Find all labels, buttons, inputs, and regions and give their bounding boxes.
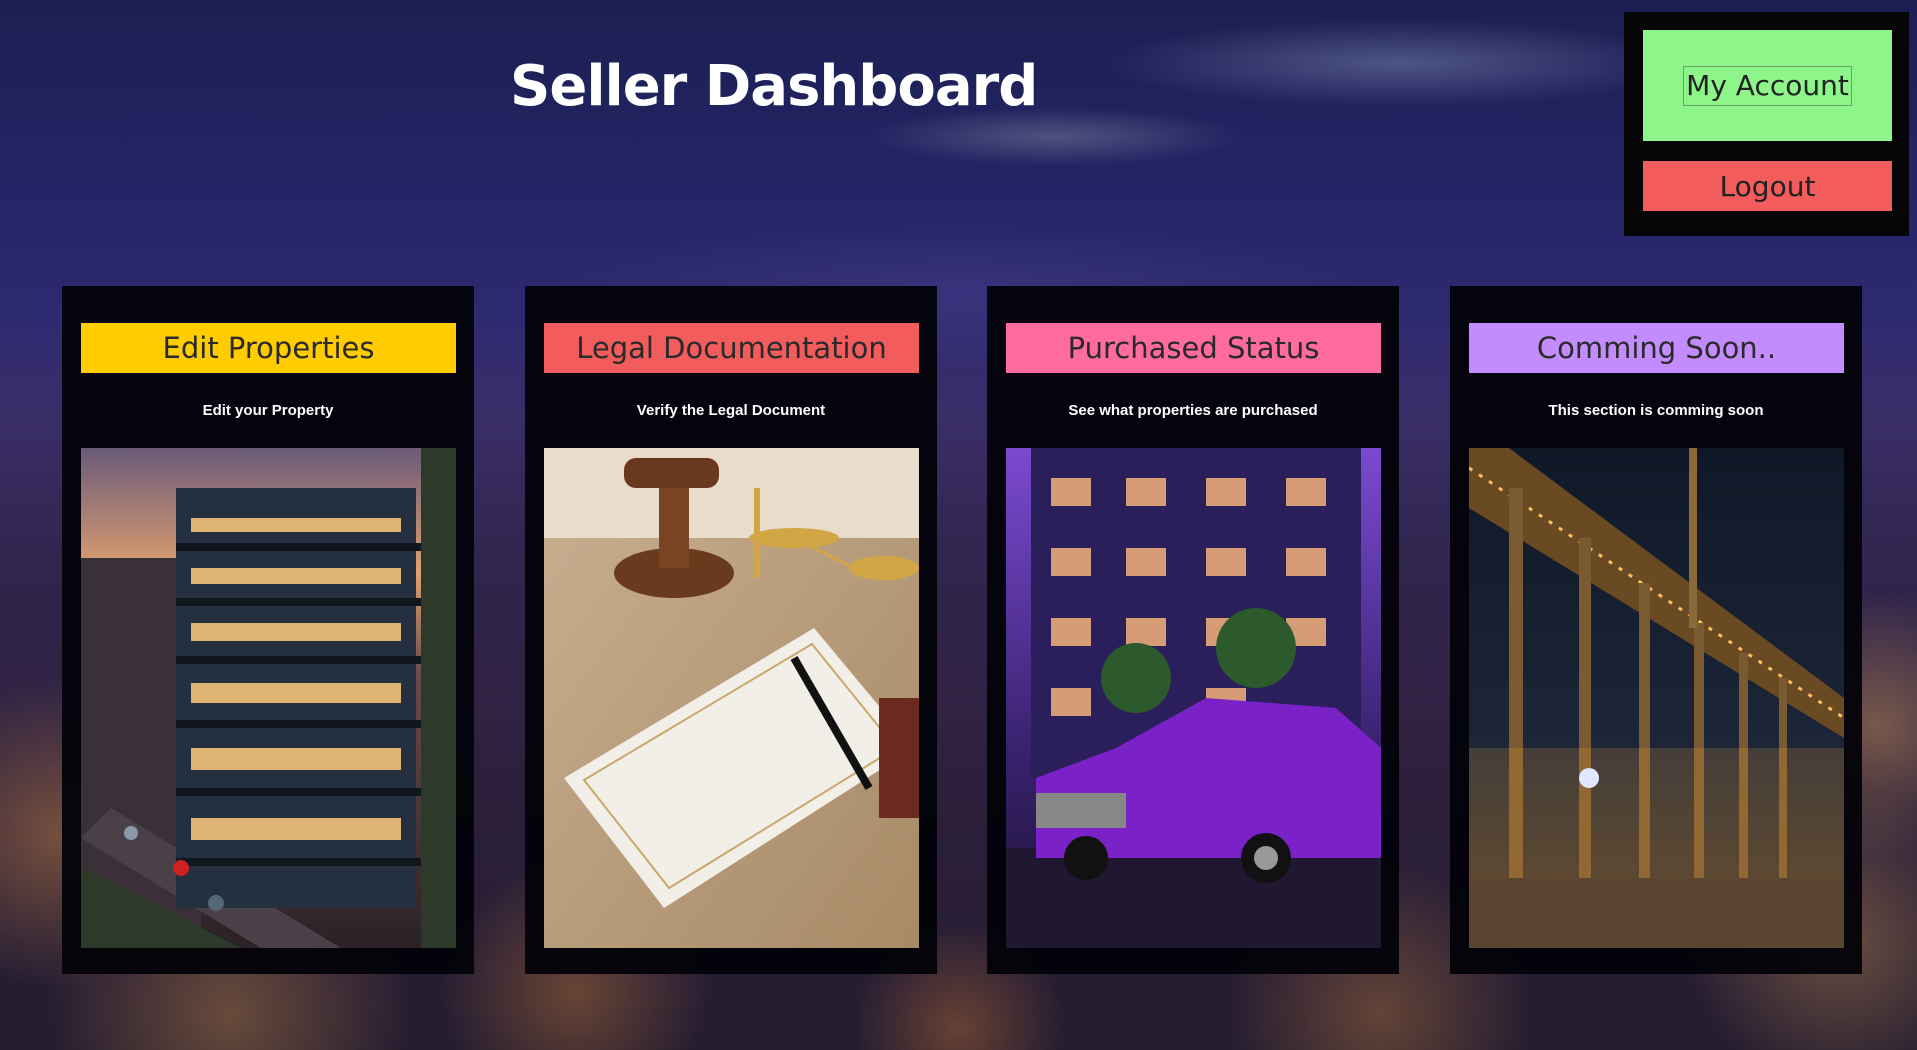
coming-soon-button[interactable]: Comming Soon.. bbox=[1469, 323, 1844, 373]
card-edit-properties: Edit Properties Edit your Property bbox=[62, 286, 474, 974]
purchased-status-button[interactable]: Purchased Status bbox=[1006, 323, 1381, 373]
card-coming-soon: Comming Soon.. This section is comming s… bbox=[1450, 286, 1862, 974]
card-description: Verify the Legal Document bbox=[636, 402, 826, 419]
edit-properties-button[interactable]: Edit Properties bbox=[81, 323, 456, 373]
logout-button[interactable]: Logout bbox=[1643, 161, 1892, 211]
card-description: Edit your Property bbox=[202, 402, 334, 419]
apartment-building-image[interactable] bbox=[81, 448, 456, 948]
my-account-label: My Account bbox=[1683, 65, 1852, 106]
purchased-property-image[interactable] bbox=[1006, 448, 1381, 948]
legal-document-image[interactable] bbox=[544, 448, 919, 948]
construction-site-image[interactable] bbox=[1469, 448, 1844, 948]
card-purchased-status: Purchased Status See what properties are… bbox=[987, 286, 1399, 974]
card-description: See what properties are purchased bbox=[1068, 402, 1318, 419]
card-legal-documentation: Legal Documentation Verify the Legal Doc… bbox=[525, 286, 937, 974]
my-account-button[interactable]: My Account bbox=[1643, 30, 1892, 141]
card-description: This section is comming soon bbox=[1548, 402, 1764, 419]
page-title: Seller Dashboard bbox=[510, 54, 1038, 119]
legal-documentation-button[interactable]: Legal Documentation bbox=[544, 323, 919, 373]
account-panel: My Account Logout bbox=[1624, 12, 1909, 236]
